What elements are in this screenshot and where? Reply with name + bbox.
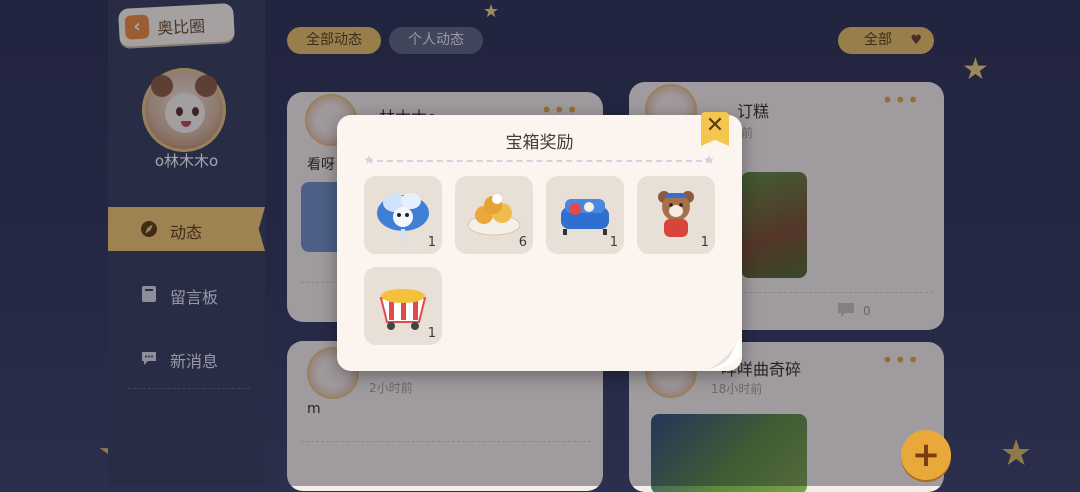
reward-count: 1 [427,326,436,341]
close-icon: ✕ [705,113,725,138]
dessert-plate-icon [467,194,521,236]
plus-icon: + [911,435,941,475]
star-decoration-icon: ★ [703,153,715,168]
dialog-title: 宝箱奖励 [505,133,574,153]
reward-item[interactable]: 1 [546,176,624,254]
add-post-button[interactable]: + [901,430,951,480]
reward-count: 1 [427,235,436,250]
reward-item[interactable]: 1 [364,267,442,345]
blue-sofa-icon [561,199,609,235]
reward-item[interactable]: 1 [364,176,442,254]
reward-item[interactable]: 1 [637,176,715,254]
page-curl-decoration [706,338,740,370]
reward-item[interactable]: 6 [455,176,533,254]
bear-costume-icon [658,191,694,237]
star-decoration-icon: ★ [363,153,375,168]
popcorn-cart-icon [379,289,427,330]
chest-reward-dialog: 宝箱奖励 ★ ★ 1 6 1 1 1 [337,115,742,371]
dialog-divider [367,160,712,162]
reward-count: 6 [518,235,527,250]
cloud-creature-icon [377,193,429,241]
reward-count: 1 [609,235,618,250]
reward-count: 1 [700,235,709,250]
